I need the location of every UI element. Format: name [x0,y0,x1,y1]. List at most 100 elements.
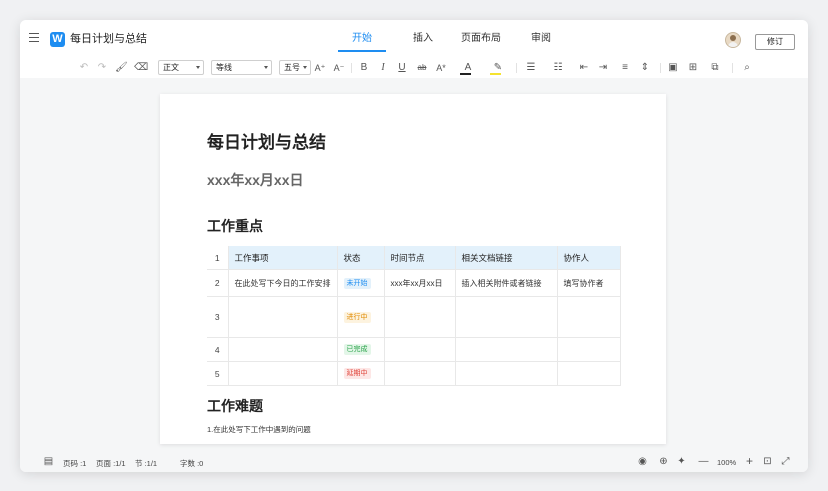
document-page[interactable]: 每日计划与总结 xxx年xx月xx日 工作重点 1 工作事项 状态 时间节点 相… [160,94,666,444]
hamburger-menu-icon[interactable] [29,33,39,42]
bullet-list-icon[interactable]: ☰ [523,61,539,75]
table-cell[interactable]: 填写协作者 [557,269,621,297]
pin-icon[interactable]: ✦ [676,456,687,467]
chevron-down-icon [303,66,307,69]
font-color-icon[interactable]: A [458,61,478,75]
row-number: 2 [207,269,229,297]
zoom-out-icon[interactable]: — [698,456,709,467]
table-header: 工作事项 [228,246,338,270]
table-cell[interactable] [455,337,558,362]
toolbar-divider [660,63,661,73]
task-table[interactable]: 1 工作事项 状态 时间节点 相关文档链接 协作人 2 在此处写下今日的工作安排… [207,246,621,386]
table-cell[interactable] [384,337,456,362]
section-heading-problems: 工作难题 [207,398,263,414]
table-cell[interactable] [228,296,338,338]
search-icon[interactable]: ⌕ [738,61,756,75]
row-number: 3 [207,296,229,338]
toolbar-divider [732,63,733,73]
table-row: 4 已完成 [207,337,621,362]
table-cell[interactable]: 在此处写下今日的工作安排 [228,269,338,297]
revise-button[interactable]: 修订 [755,34,795,50]
problem-text[interactable]: 1.在此处写下工作中遇到的问题 [207,424,311,435]
status-cell[interactable]: 进行中 [337,296,385,338]
format-toolbar: ↶ ↷ 🖌︎ ⌫ 正文 等线 五号 A⁺ A⁻ B I U ab A* A ✎ … [20,58,808,78]
font-size-select[interactable]: 五号 [279,60,311,75]
insert-table-icon[interactable]: ⊞ [686,61,700,75]
font-size-select-value: 五号 [284,63,300,72]
document-title: 每日计划与总结 [70,33,147,45]
eye-icon[interactable]: ◉ [637,456,648,467]
section-indicator: 节 :1/1 [135,459,158,468]
table-header: 协作人 [557,246,621,270]
app-window: W 每日计划与总结 开始 插入 页面布局 审阅 修订 ↶ ↷ 🖌︎ ⌫ 正文 等… [20,20,808,472]
highlight-swatch [490,73,501,75]
fit-page-icon[interactable]: ⊡ [762,456,773,467]
outdent-icon[interactable]: ⇤ [578,61,590,75]
table-cell[interactable] [455,361,558,386]
style-select-value: 正文 [163,63,179,72]
user-avatar[interactable] [725,32,741,48]
table-cell[interactable] [557,361,621,386]
title-bar: W 每日计划与总结 开始 插入 页面布局 审阅 修订 [20,20,808,58]
tab-page-layout[interactable]: 页面布局 [456,20,506,58]
word-count: 字数 :0 [180,459,204,468]
status-cell[interactable]: 延期中 [337,361,385,386]
format-painter-icon[interactable]: 🖌︎ [115,61,128,75]
zoom-in-icon[interactable]: + [744,455,755,467]
superscript-icon[interactable]: A* [434,61,448,75]
table-cell[interactable] [557,337,621,362]
tab-insert[interactable]: 插入 [400,20,446,58]
decrease-font-icon[interactable]: A⁻ [333,61,345,75]
chevron-down-icon [264,66,268,69]
row-number: 5 [207,361,229,386]
undo-icon[interactable]: ↶ [78,61,90,75]
toolbar-divider [516,63,517,73]
section-heading-focus: 工作重点 [207,218,263,234]
outline-icon[interactable]: ▤ [43,456,54,467]
table-header: 状态 [337,246,385,270]
status-badge: 未开始 [343,277,371,289]
table-cell[interactable] [557,296,621,338]
table-cell[interactable] [228,337,338,362]
status-badge: 已完成 [343,344,371,355]
table-cell[interactable]: 插入相关附件或者链接 [455,269,558,297]
status-cell[interactable]: 未开始 [337,269,385,297]
font-select[interactable]: 等线 [211,60,272,75]
table-header: 时间节点 [384,246,456,270]
zoom-level[interactable]: 100% [717,458,736,467]
numbered-list-icon[interactable]: ☷ [550,61,566,75]
insert-image-icon[interactable]: ▣ [667,61,679,75]
tab-start[interactable]: 开始 [338,20,386,58]
clear-format-icon[interactable]: ⌫ [134,61,148,75]
strikethrough-icon[interactable]: ab [415,61,429,75]
table-cell[interactable] [228,361,338,386]
page-code: 页码 :1 [63,459,87,468]
highlight-icon[interactable]: ✎ [488,61,508,75]
bold-icon[interactable]: B [358,61,370,75]
increase-font-icon[interactable]: A⁺ [314,61,326,75]
align-icon[interactable]: ≡ [617,61,633,75]
globe-icon[interactable]: ⊕ [658,456,669,467]
font-select-value: 等线 [216,63,232,72]
status-cell[interactable]: 已完成 [337,337,385,362]
document-date: xxx年xx月xx日 [207,172,304,188]
tab-review[interactable]: 审阅 [518,20,564,58]
italic-icon[interactable]: I [377,61,389,75]
table-cell[interactable]: xxx年xx月xx日 [384,269,456,297]
font-color-swatch [460,73,471,75]
style-select[interactable]: 正文 [158,60,204,75]
table-cell[interactable] [455,296,558,338]
status-badge: 延期中 [343,368,371,379]
toolbar-divider [351,63,352,73]
chevron-down-icon [196,66,200,69]
table-header: 相关文档链接 [455,246,558,270]
status-bar: ▤ 页码 :1 页面 :1/1 节 :1/1 字数 :0 ◉ ⊕ ✦ — 100… [20,452,808,472]
underline-icon[interactable]: U [396,61,408,75]
line-spacing-icon[interactable]: ⇕ [637,61,653,75]
insert-shape-icon[interactable]: ⧉ [707,61,723,75]
fullscreen-icon[interactable]: ⤢ [780,456,791,467]
indent-icon[interactable]: ⇥ [597,61,609,75]
table-cell[interactable] [384,361,456,386]
table-cell[interactable] [384,296,456,338]
redo-icon[interactable]: ↷ [96,61,108,75]
